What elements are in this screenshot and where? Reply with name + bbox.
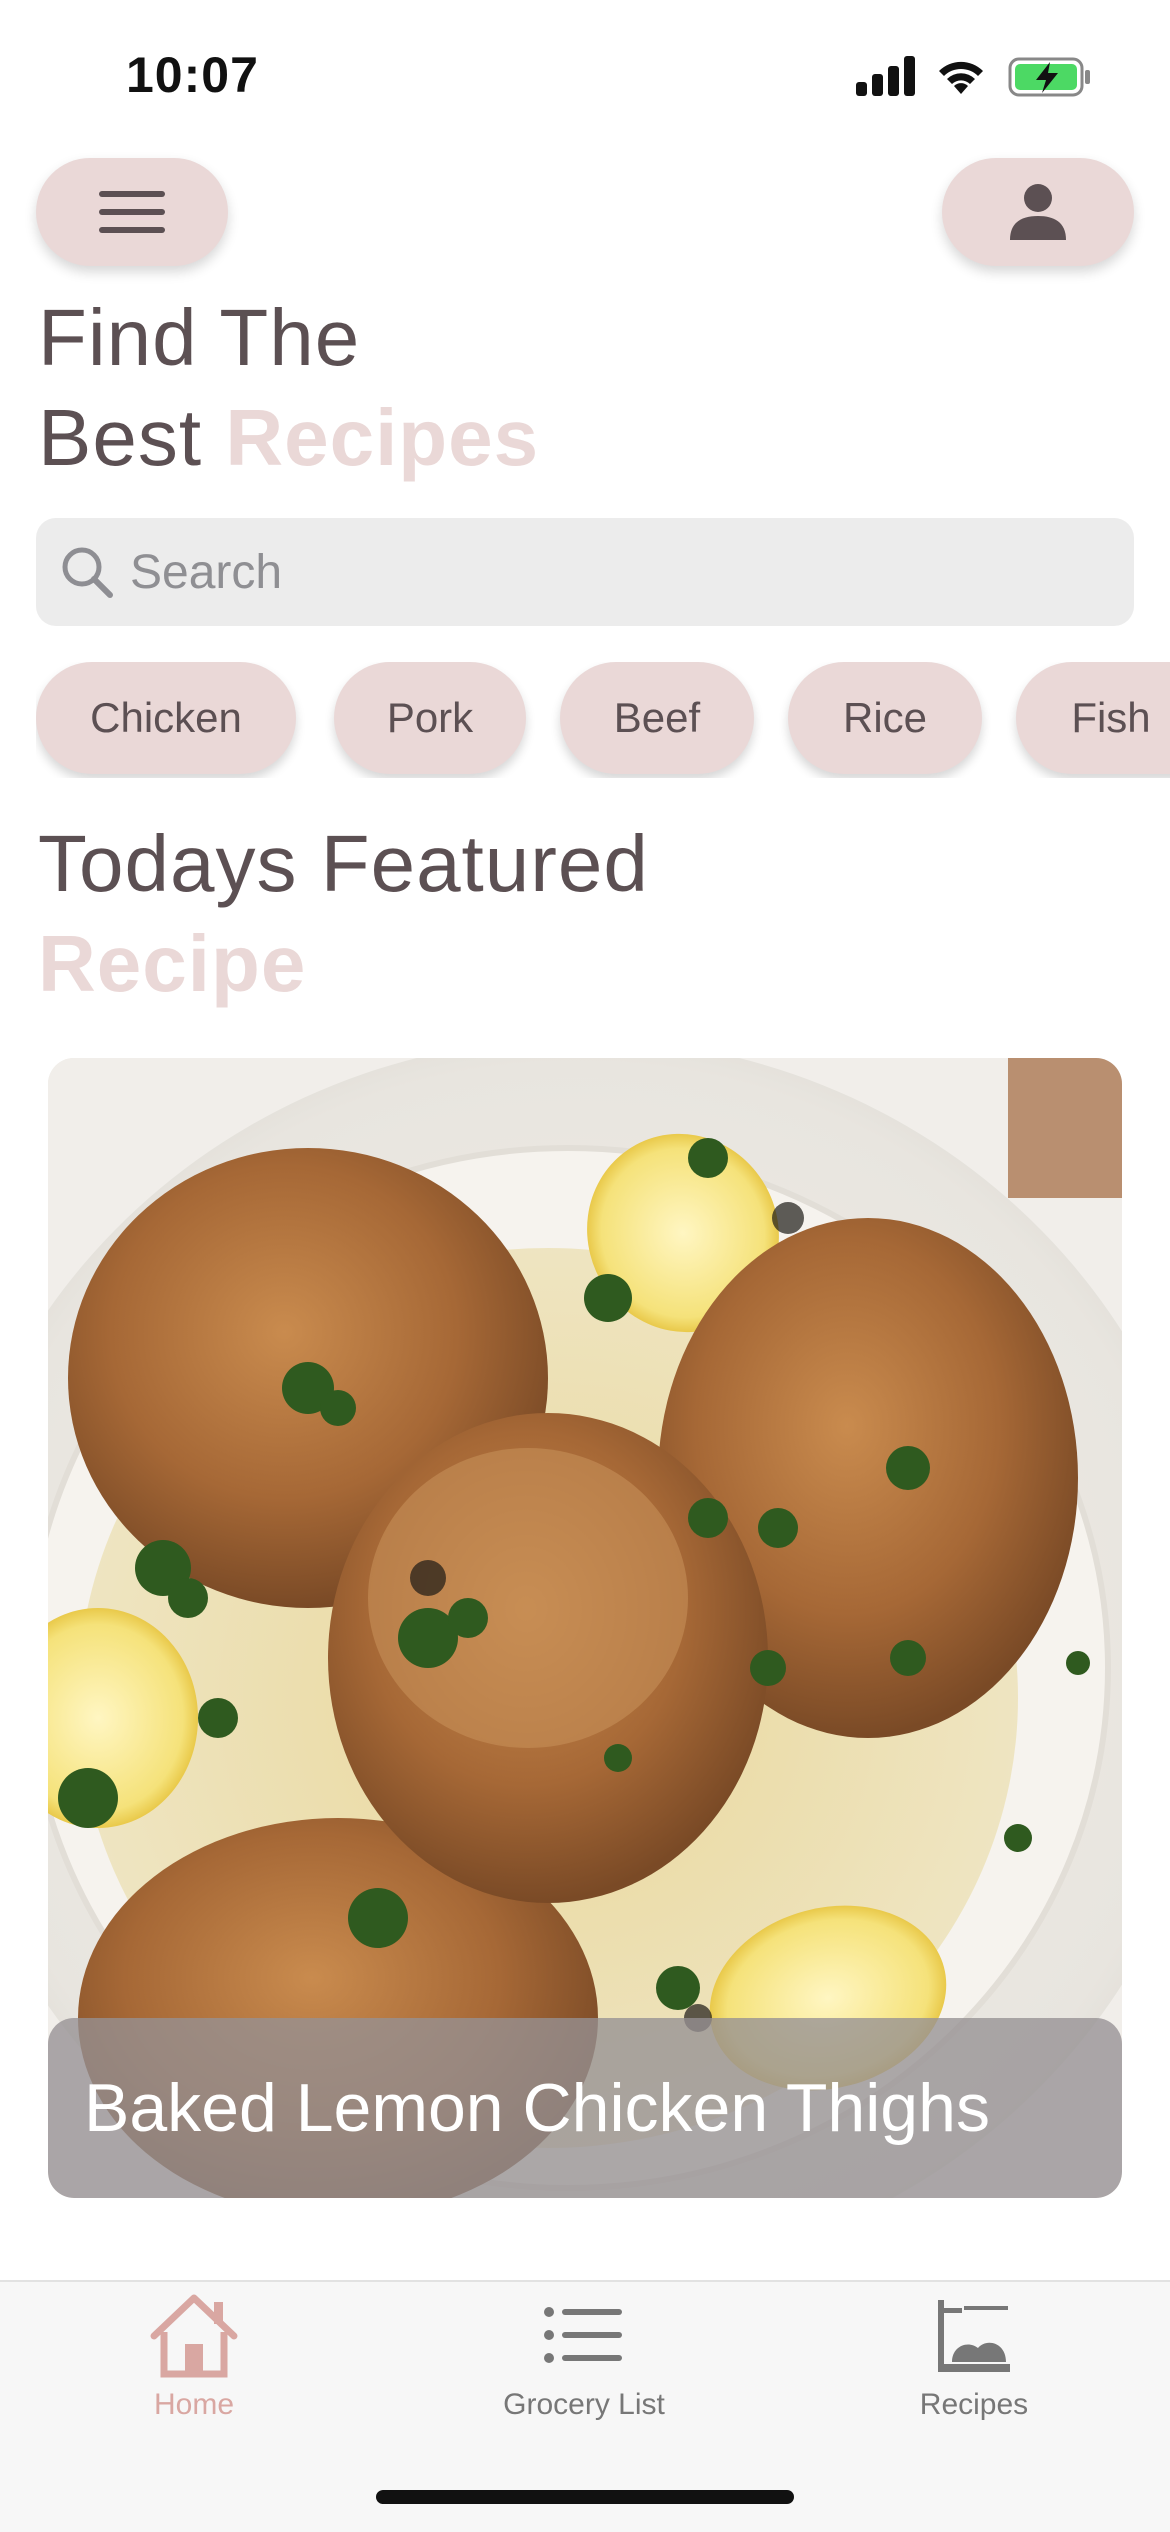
wifi-icon — [939, 61, 983, 94]
featured-title-line-1: Todays Featured — [38, 819, 649, 908]
home-indicator — [376, 2490, 794, 2504]
tab-home[interactable]: Home — [44, 2292, 344, 2442]
recipe-title: Baked Lemon Chicken Thighs — [48, 2018, 1122, 2198]
tab-recipes[interactable]: Recipes — [824, 2292, 1124, 2442]
title-line-2: Best Recipes — [38, 388, 539, 488]
list-icon — [544, 2307, 622, 2363]
featured-title-accent: Recipe — [38, 919, 307, 1008]
featured-heading: Todays Featured Recipe — [38, 814, 649, 1014]
chip-fish[interactable]: Fish — [1016, 662, 1170, 774]
menu-button[interactable] — [36, 158, 228, 266]
chip-beef[interactable]: Beef — [560, 662, 754, 774]
tab-recipes-label: Recipes — [919, 2388, 1029, 2421]
person-icon — [1010, 184, 1066, 240]
tab-grocery-list[interactable]: Grocery List — [434, 2292, 734, 2442]
tab-home-label: Home — [153, 2388, 235, 2421]
stove-icon — [938, 2300, 1010, 2372]
page-title: Find The Best Recipes — [38, 288, 539, 488]
home-icon — [150, 2294, 238, 2378]
profile-button[interactable] — [942, 158, 1134, 266]
chip-pork[interactable]: Pork — [334, 662, 526, 774]
status-time: 10:07 — [126, 47, 259, 103]
category-chips: Chicken Pork Beef Rice Fish — [36, 662, 1170, 778]
status-bar: 10:07 — [0, 0, 1170, 150]
cellular-signal-icon — [856, 56, 916, 96]
search-input[interactable] — [130, 544, 1030, 600]
tab-grocery-label: Grocery List — [503, 2388, 665, 2421]
chip-chicken[interactable]: Chicken — [36, 662, 296, 774]
title-line-1: Find The — [38, 293, 361, 382]
chip-rice[interactable]: Rice — [788, 662, 982, 774]
search-icon — [62, 547, 113, 598]
hamburger-icon — [99, 191, 165, 233]
featured-recipe-card[interactable]: Baked Lemon Chicken Thighs — [48, 1058, 1122, 2198]
title-line-2-plain: Best — [38, 393, 226, 482]
title-accent: Recipes — [225, 393, 540, 482]
battery-charging-icon — [1008, 57, 1090, 97]
search-bar[interactable] — [36, 518, 1134, 626]
